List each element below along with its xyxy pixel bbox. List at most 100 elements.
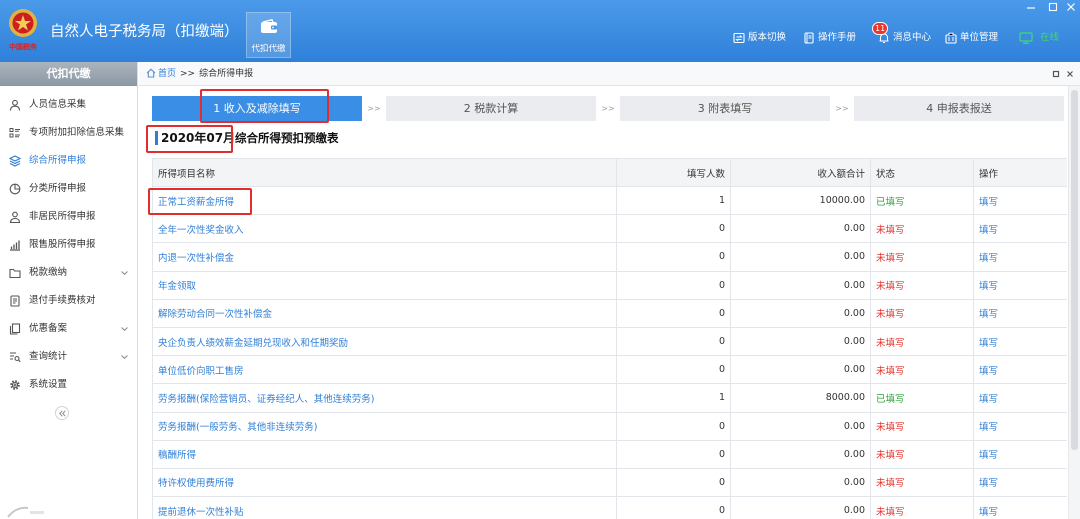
fill-link[interactable]: 填写 bbox=[979, 309, 998, 320]
column-header-income: 收入额合计 bbox=[730, 158, 871, 187]
item-cell: 解除劳动合同一次性补偿金 bbox=[152, 298, 617, 328]
income-total: 0.00 bbox=[730, 242, 871, 272]
table-header-row: 所得项目名称 填写人数 收入额合计 状态 操作 bbox=[152, 158, 1067, 187]
action-cell: 填写 bbox=[973, 242, 1067, 272]
status-label: 未填写 bbox=[870, 355, 974, 385]
income-total: 0.00 bbox=[730, 214, 871, 244]
income-item-link[interactable]: 劳务报酬(保险营销员、证券经纪人、其他连续劳务) bbox=[158, 394, 374, 405]
income-total: 0.00 bbox=[730, 439, 871, 469]
sidebar-item-preference-filing[interactable]: 优惠备案 bbox=[0, 315, 137, 343]
status-label: 未填写 bbox=[870, 439, 974, 469]
fill-link[interactable]: 填写 bbox=[979, 394, 998, 405]
sidebar-item-label: 退付手续费核对 bbox=[29, 295, 96, 306]
income-total: 0.00 bbox=[730, 270, 871, 300]
step-tab-submit[interactable]: 4 申报表报送 bbox=[854, 96, 1064, 121]
version-switch-button[interactable]: 版本切换 bbox=[733, 31, 786, 45]
income-total: 0.00 bbox=[730, 326, 871, 357]
step-tab-schedule[interactable]: 3 附表填写 bbox=[620, 96, 830, 121]
manual-button[interactable]: 操作手册 bbox=[803, 31, 856, 45]
item-cell: 单位低价向职工售房 bbox=[152, 355, 617, 385]
sidebar-item-fee-refund-check[interactable]: 退付手续费核对 bbox=[0, 287, 137, 315]
income-item-link[interactable]: 提前退休一次性补贴 bbox=[158, 507, 244, 518]
restore-icon[interactable] bbox=[1052, 70, 1060, 78]
income-item-link[interactable]: 特许权使用费所得 bbox=[158, 478, 234, 489]
sidebar: 代扣代缴 人员信息采集 专项附加扣除信息采集 综合所得申报 分类所得申报 非居民… bbox=[0, 62, 138, 519]
income-item-link[interactable]: 正常工资薪金所得 bbox=[158, 197, 234, 208]
home-icon[interactable] bbox=[146, 68, 156, 78]
fill-link[interactable]: 填写 bbox=[979, 225, 998, 236]
action-cell: 填写 bbox=[973, 411, 1067, 441]
maximize-window-button[interactable] bbox=[1047, 1, 1059, 13]
wallet-icon bbox=[260, 19, 278, 34]
step-separator: >> bbox=[601, 104, 615, 113]
step-tab-income-deduction[interactable]: 1 收入及减除填写 bbox=[152, 96, 362, 121]
minimize-window-button[interactable] bbox=[1025, 1, 1037, 13]
item-cell: 劳务报酬(一般劳务、其他非连续劳务) bbox=[152, 411, 617, 441]
income-item-link[interactable]: 内退一次性补偿金 bbox=[158, 253, 234, 264]
action-cell: 填写 bbox=[973, 270, 1067, 300]
sidebar-item-nonresident-income[interactable]: 非居民所得申报 bbox=[0, 203, 137, 231]
module-tab-label: 代扣代缴 bbox=[251, 44, 286, 54]
table-row: 特许权使用费所得 0 0.00 未填写 填写 bbox=[152, 467, 1067, 498]
unit-manage-button[interactable]: 单位管理 bbox=[945, 31, 998, 45]
logo-text: 中国税务 bbox=[9, 43, 37, 51]
collapse-sidebar-button[interactable] bbox=[55, 406, 69, 420]
table-row: 正常工资薪金所得 1 10000.00 已填写 填写 bbox=[152, 185, 1067, 216]
sidebar-item-query-statistics[interactable]: 查询统计 bbox=[0, 343, 137, 371]
action-cell: 填写 bbox=[973, 326, 1067, 357]
folder-icon bbox=[9, 267, 21, 279]
sidebar-item-restricted-stock[interactable]: 限售股所得申报 bbox=[0, 231, 137, 259]
fill-link[interactable]: 填写 bbox=[979, 507, 998, 518]
item-cell: 提前退休一次性补贴 bbox=[152, 496, 617, 519]
income-item-link[interactable]: 央企负责人绩效薪金延期兑现收入和任期奖励 bbox=[158, 338, 348, 349]
message-center-label: 消息中心 bbox=[893, 32, 932, 43]
step-tab-tax-calculation[interactable]: 2 税款计算 bbox=[386, 96, 596, 121]
close-window-button[interactable] bbox=[1065, 1, 1077, 13]
fill-link[interactable]: 填写 bbox=[979, 478, 998, 489]
income-table-container: 所得项目名称 填写人数 收入额合计 状态 操作 正常工资薪金所得 1 10000… bbox=[152, 158, 1067, 519]
column-header-action: 操作 bbox=[973, 158, 1067, 187]
breadcrumb-separator: >> bbox=[180, 69, 196, 79]
breadcrumb-home-link[interactable]: 首页 bbox=[158, 67, 176, 81]
fill-link[interactable]: 填写 bbox=[979, 366, 998, 377]
fill-link[interactable]: 填写 bbox=[979, 422, 998, 433]
scrollbar-thumb[interactable] bbox=[1071, 90, 1078, 450]
vertical-scrollbar[interactable] bbox=[1068, 86, 1080, 519]
sidebar-item-tax-payment[interactable]: 税款缴纳 bbox=[0, 259, 137, 287]
income-item-link[interactable]: 单位低价向职工售房 bbox=[158, 366, 244, 377]
income-item-link[interactable]: 稿酬所得 bbox=[158, 450, 196, 461]
status-label: 未填写 bbox=[870, 298, 974, 328]
table-row: 劳务报酬(保险营销员、证券经纪人、其他连续劳务) 1 8000.00 已填写 填… bbox=[152, 383, 1067, 413]
income-item-link[interactable]: 劳务报酬(一般劳务、其他非连续劳务) bbox=[158, 422, 317, 433]
fill-link[interactable]: 填写 bbox=[979, 281, 998, 292]
unit-manage-label: 单位管理 bbox=[960, 32, 999, 43]
action-cell: 填写 bbox=[973, 439, 1067, 469]
fill-link[interactable]: 填写 bbox=[979, 253, 998, 264]
action-cell: 填写 bbox=[973, 496, 1067, 519]
online-status[interactable]: 在线 bbox=[1019, 31, 1059, 45]
fill-link[interactable]: 填写 bbox=[979, 450, 998, 461]
action-cell: 填写 bbox=[973, 383, 1067, 413]
status-label: 未填写 bbox=[870, 326, 974, 357]
sidebar-item-system-settings[interactable]: 系统设置 bbox=[0, 371, 137, 399]
sidebar-item-classified-income[interactable]: 分类所得申报 bbox=[0, 175, 137, 203]
sidebar-item-special-deduction[interactable]: 专项附加扣除信息采集 bbox=[0, 119, 137, 147]
close-tab-icon[interactable] bbox=[1066, 70, 1074, 78]
sidebar-item-person-info[interactable]: 人员信息采集 bbox=[0, 91, 137, 119]
income-item-link[interactable]: 年金领取 bbox=[158, 281, 196, 292]
income-item-link[interactable]: 解除劳动合同一次性补偿金 bbox=[158, 309, 272, 320]
module-tab-withholding[interactable]: 代扣代缴 bbox=[246, 12, 291, 58]
item-cell: 正常工资薪金所得 bbox=[152, 185, 617, 216]
income-total: 0.00 bbox=[730, 496, 871, 519]
breadcrumb-current: 综合所得申报 bbox=[199, 69, 254, 79]
sidebar-item-label: 税款缴纳 bbox=[29, 267, 68, 278]
sidebar-item-comprehensive-income[interactable]: 综合所得申报 bbox=[0, 147, 137, 175]
version-switch-icon bbox=[733, 32, 745, 44]
maximize-icon bbox=[1048, 2, 1058, 12]
table-row: 解除劳动合同一次性补偿金 0 0.00 未填写 填写 bbox=[152, 298, 1067, 328]
filler-count: 0 bbox=[616, 496, 731, 519]
income-item-link[interactable]: 全年一次性奖金收入 bbox=[158, 225, 244, 236]
fill-link[interactable]: 填写 bbox=[979, 197, 998, 208]
fill-link[interactable]: 填写 bbox=[979, 338, 998, 349]
chevron-down-icon bbox=[121, 271, 128, 275]
